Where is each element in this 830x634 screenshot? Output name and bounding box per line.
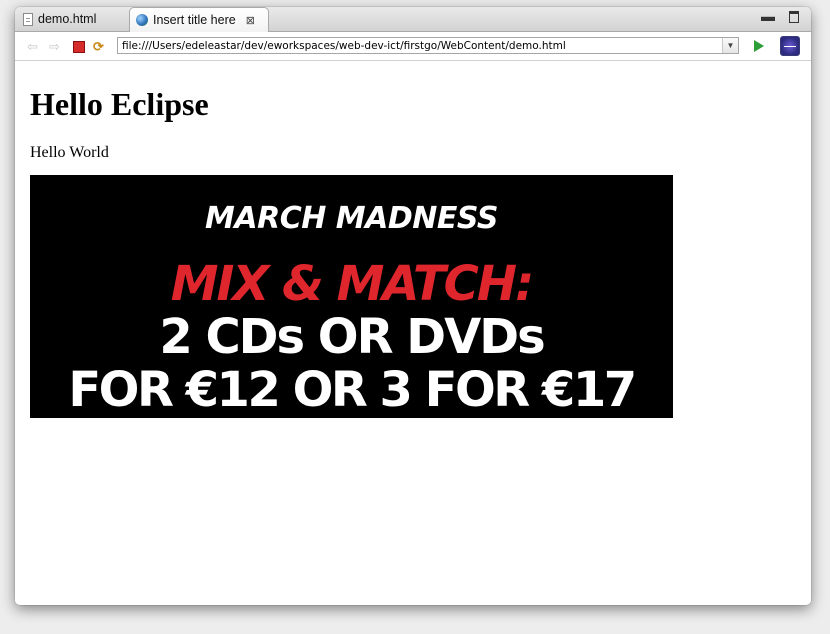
refresh-icon[interactable]: ⟳ — [93, 39, 104, 55]
banner-subtitle: MIX & MATCH: — [170, 256, 535, 312]
banner-title: MARCH MADNESS — [205, 201, 498, 236]
tab-insert-title-here[interactable]: Insert title here ⊠ — [129, 7, 269, 32]
forward-arrow-icon[interactable]: ⇨ — [49, 39, 60, 55]
banner-offer-line: 2 CDs OR DVDs — [159, 309, 545, 365]
globe-icon — [136, 14, 148, 26]
banner-price-line: FOR €12 OR 3 FOR €17 — [68, 362, 637, 418]
maximize-icon[interactable] — [789, 11, 799, 23]
html-file-icon — [23, 12, 33, 26]
browser-window: demo.html Insert title here ⊠ ▬ ⇦ ⇨ ⟳ ▼ … — [15, 7, 811, 605]
tab-demo-html[interactable]: demo.html — [19, 7, 129, 31]
page-heading: Hello Eclipse — [30, 86, 209, 122]
close-tab-icon[interactable]: ⊠ — [246, 14, 255, 27]
editor-tab-strip: demo.html Insert title here ⊠ ▬ — [15, 7, 811, 32]
browser-toolbar: ⇦ ⇨ ⟳ ▼ — [15, 32, 811, 61]
page-paragraph: Hello World — [30, 144, 109, 161]
go-icon[interactable] — [754, 40, 764, 52]
page-content: Hello Eclipse Hello World MARCH MADNESS … — [15, 61, 811, 605]
stop-icon[interactable] — [73, 41, 85, 53]
back-arrow-icon[interactable]: ⇦ — [27, 39, 38, 55]
promo-banner-image: MARCH MADNESS MIX & MATCH: 2 CDs OR DVDs… — [30, 175, 673, 418]
tab-label: demo.html — [38, 12, 97, 26]
url-input[interactable] — [118, 38, 731, 53]
url-dropdown-icon[interactable]: ▼ — [722, 38, 738, 53]
url-combobox[interactable]: ▼ — [117, 37, 739, 54]
minimize-icon[interactable]: ▬ — [761, 8, 775, 24]
eclipse-logo-icon[interactable] — [780, 36, 800, 56]
tab-label: Insert title here — [153, 13, 236, 27]
